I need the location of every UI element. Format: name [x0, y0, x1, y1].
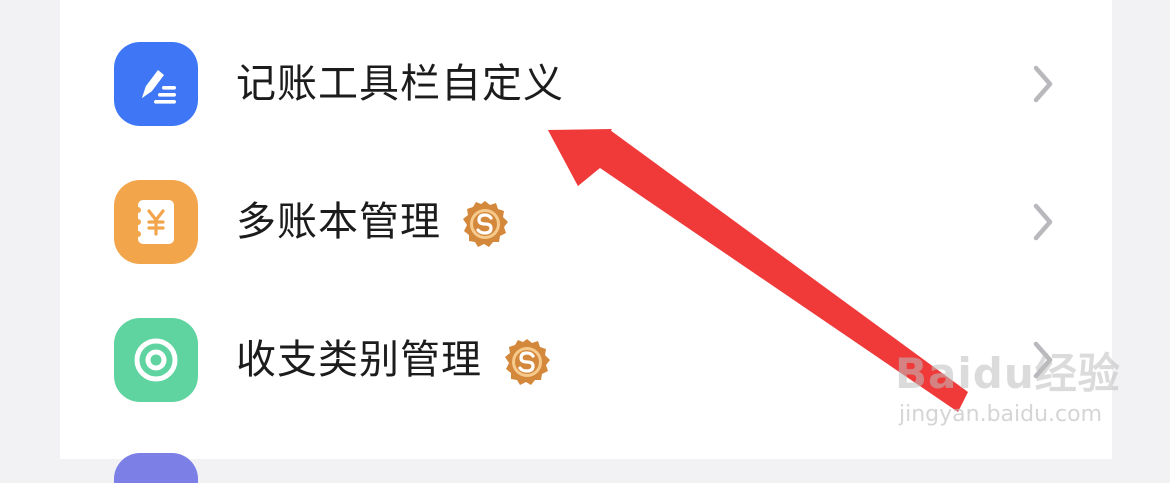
menu-item-label: 多账本管理	[236, 199, 441, 245]
settings-card: 记账工具栏自定义 多账本管理 收支类别管理	[60, 0, 1112, 483]
menu-item-category-manage[interactable]: 收支类别管理	[60, 276, 1112, 414]
menu-item-multi-ledger[interactable]: 多账本管理	[60, 138, 1112, 276]
menu-item-toolbar-customize[interactable]: 记账工具栏自定义	[60, 0, 1112, 138]
coin-badge-icon	[505, 339, 550, 385]
pen-list-icon	[114, 42, 198, 126]
chevron-right-icon	[1033, 65, 1053, 103]
coin-badge-icon	[463, 201, 508, 247]
menu-item-label: 记账工具栏自定义	[236, 61, 564, 107]
menu-item-partial-icon	[114, 453, 198, 483]
chevron-right-icon	[1033, 341, 1053, 379]
target-icon	[114, 318, 198, 402]
yuan-ledger-icon	[114, 180, 198, 264]
chevron-right-icon	[1033, 203, 1053, 241]
menu-item-label: 收支类别管理	[236, 337, 482, 383]
